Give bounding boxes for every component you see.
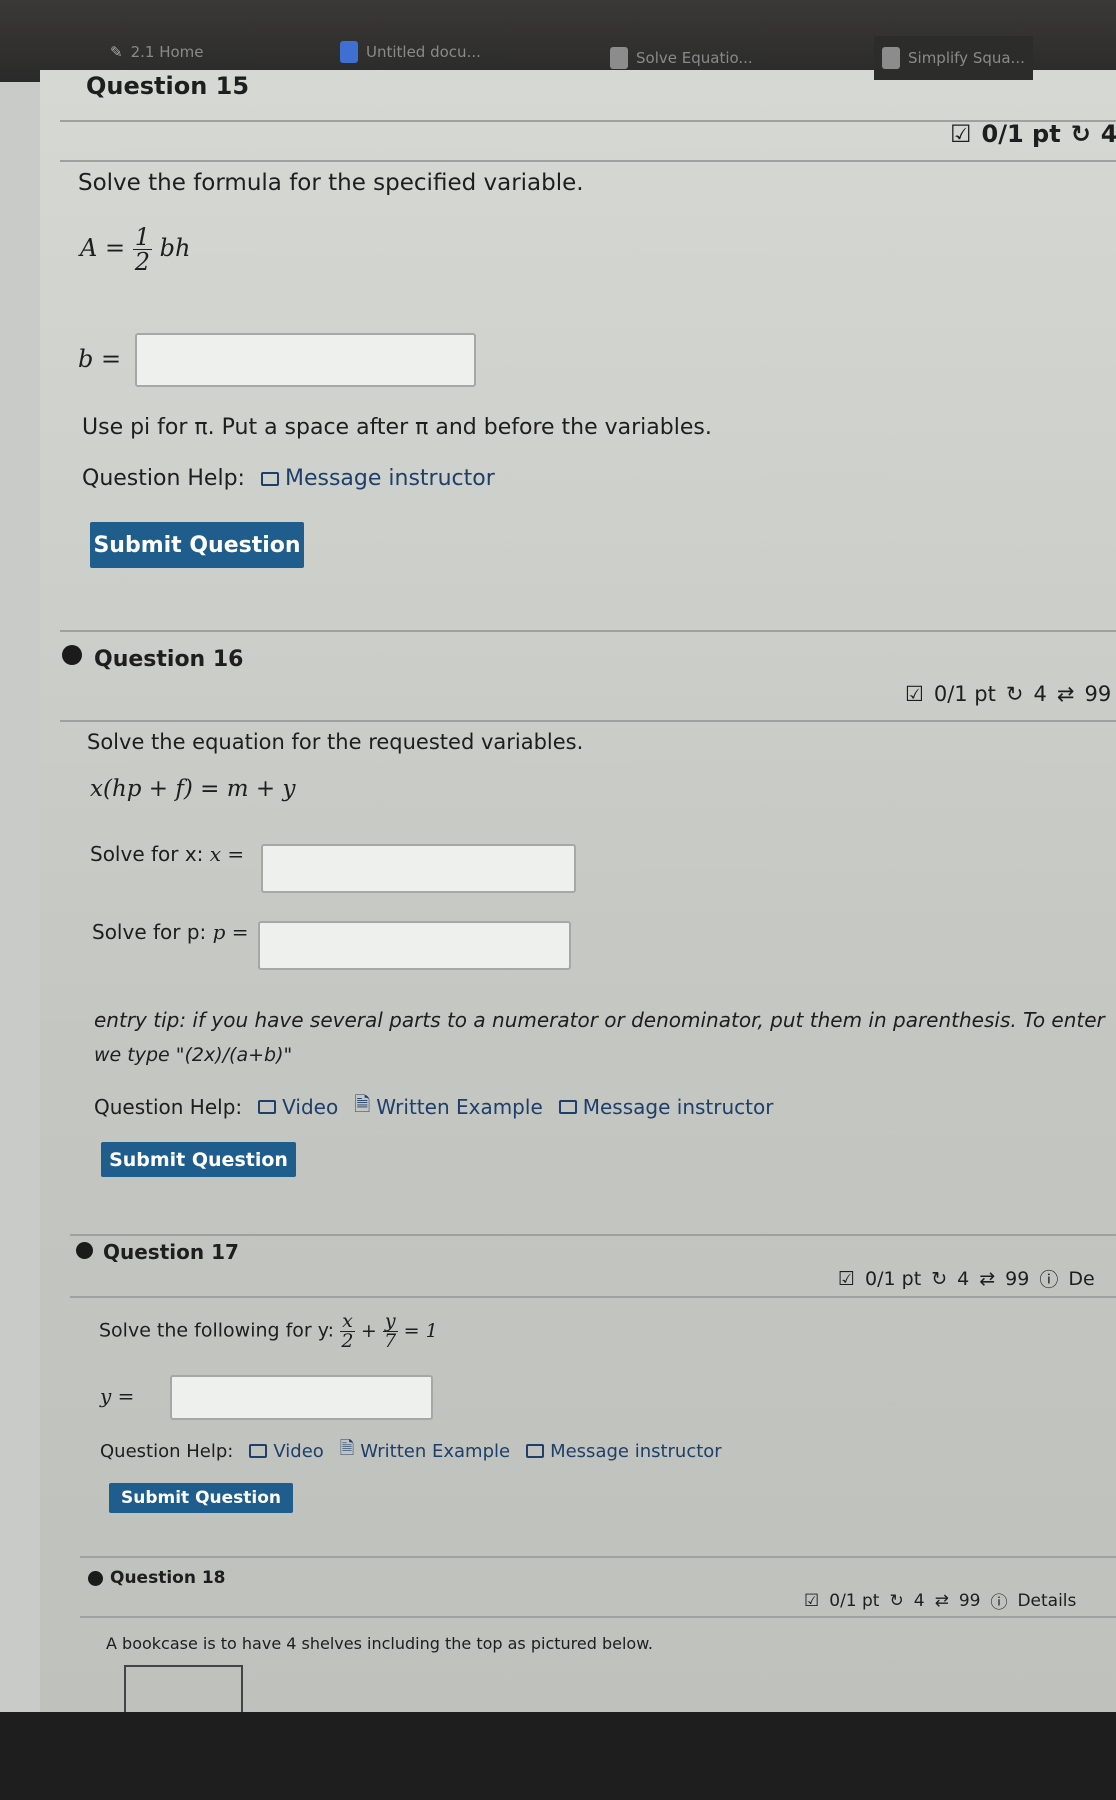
document-icon: 🗎 xyxy=(339,1438,355,1459)
attempts-icon: ⇄ xyxy=(979,1267,996,1290)
q15-answer-label: b = xyxy=(78,345,122,373)
mail-icon xyxy=(526,1444,545,1458)
q18-score: ☑ 0/1 pt ↻ 4 ⇄ 99 ⓘ Details xyxy=(804,1588,1076,1614)
status-dot xyxy=(62,645,82,665)
question-16-title: Question 16 xyxy=(94,647,244,672)
retry-icon: ↻ xyxy=(1070,120,1091,148)
details-link[interactable]: De xyxy=(1068,1268,1094,1290)
mail-icon xyxy=(260,471,279,486)
divider xyxy=(80,1556,1116,1558)
q17-question-help: Question Help: Video 🗎 Written Example Messa… xyxy=(100,1436,722,1466)
q18-prompt: A bookcase is to have 4 shelves includin… xyxy=(106,1634,653,1653)
info-icon: ⓘ xyxy=(1039,1269,1059,1291)
video-link[interactable]: Video xyxy=(258,1095,338,1119)
m-icon xyxy=(882,47,900,69)
attempts-icon: ⇄ xyxy=(934,1590,949,1611)
q15-score: ☑ 0/1 pt ↻ 4 xyxy=(950,120,1116,148)
details-link[interactable]: Details xyxy=(1017,1591,1076,1611)
video-icon xyxy=(249,1444,268,1458)
pencil-icon: ✎ xyxy=(110,43,123,61)
written-example-link[interactable]: 🗎 Written Example xyxy=(354,1090,543,1124)
checkbox-icon: ☑ xyxy=(804,1590,820,1611)
q15-formula: A = 12 bh xyxy=(80,223,191,276)
docs-icon xyxy=(340,41,358,63)
retry-icon: ↻ xyxy=(1005,682,1024,706)
q17-answer-label: y = xyxy=(100,1384,135,1408)
q17-score: ☑ 0/1 pt ↻ 4 ⇄ 99 ⓘ De xyxy=(838,1265,1095,1292)
b-answer-input[interactable] xyxy=(135,333,476,387)
q17-submit-button[interactable]: Submit Question xyxy=(109,1483,293,1513)
tab-solve-equation[interactable]: Solve Equatio... xyxy=(610,36,753,80)
written-example-link[interactable]: 🗎 Written Example xyxy=(340,1436,510,1466)
document-icon: 🗎 xyxy=(354,1092,371,1116)
m-icon xyxy=(610,47,628,69)
message-instructor-link[interactable]: Message instructor xyxy=(260,466,495,491)
status-dot xyxy=(88,1571,103,1586)
solve-for-x-label: Solve for x: x = xyxy=(90,842,245,866)
video-link[interactable]: Video xyxy=(249,1441,324,1462)
retry-icon: ↻ xyxy=(889,1590,904,1611)
screen-bezel xyxy=(0,1712,1116,1800)
entry-tip-example: we type "(2x)/(a+b)" xyxy=(94,1044,293,1066)
q15-prompt: Solve the formula for the specified vari… xyxy=(78,170,584,196)
q16-submit-button[interactable]: Submit Question xyxy=(101,1142,296,1177)
divider xyxy=(60,160,1116,162)
tab-simplify[interactable]: Simplify Squa... xyxy=(874,36,1033,80)
bookcase-figure xyxy=(124,1665,243,1715)
q16-equation: x(hp + f) = m + y xyxy=(90,776,296,802)
checkbox-icon: ☑ xyxy=(950,120,972,148)
solve-for-p-label: Solve for p: p = xyxy=(92,920,249,944)
video-icon xyxy=(258,1100,277,1114)
y-answer-input[interactable] xyxy=(170,1375,433,1420)
divider xyxy=(80,1616,1116,1618)
mail-icon xyxy=(558,1100,577,1114)
checkbox-icon: ☑ xyxy=(838,1267,856,1290)
p-answer-input[interactable] xyxy=(258,921,571,970)
question-17-title: Question 17 xyxy=(103,1240,239,1264)
q17-prompt: Solve the following for y: x2 + y7 = 1 xyxy=(99,1310,438,1352)
q15-submit-button[interactable]: Submit Question xyxy=(90,522,304,568)
attempts-icon: ⇄ xyxy=(1056,682,1075,706)
q15-note: Use pi for π. Put a space after π and be… xyxy=(82,415,712,440)
tab-untitled-doc[interactable]: Untitled docu... xyxy=(340,30,481,74)
divider xyxy=(70,1234,1116,1236)
status-dot xyxy=(76,1242,93,1259)
message-instructor-link[interactable]: Message instructor xyxy=(558,1095,773,1119)
divider xyxy=(60,630,1116,632)
q16-score: ☑ 0/1 pt ↻ 4 ⇄ 99 xyxy=(905,682,1112,706)
question-18-title: Question 18 xyxy=(110,1568,226,1588)
divider xyxy=(70,1296,1116,1298)
q16-question-help: Question Help: Video 🗎 Written Example Messa… xyxy=(94,1090,773,1124)
x-answer-input[interactable] xyxy=(261,844,576,893)
divider xyxy=(60,720,1116,722)
question-15-title: Question 15 xyxy=(86,72,250,100)
info-icon: ⓘ xyxy=(990,1593,1008,1613)
retry-icon: ↻ xyxy=(931,1267,948,1290)
tab-home[interactable]: ✎ 2.1 Home xyxy=(110,30,204,74)
q15-question-help: Question Help: Message instructor xyxy=(82,466,495,491)
entry-tip: entry tip: if you have several parts to … xyxy=(94,1008,1105,1032)
checkbox-icon: ☑ xyxy=(905,682,924,706)
message-instructor-link[interactable]: Message instructor xyxy=(526,1441,722,1462)
q16-prompt: Solve the equation for the requested var… xyxy=(87,730,584,754)
